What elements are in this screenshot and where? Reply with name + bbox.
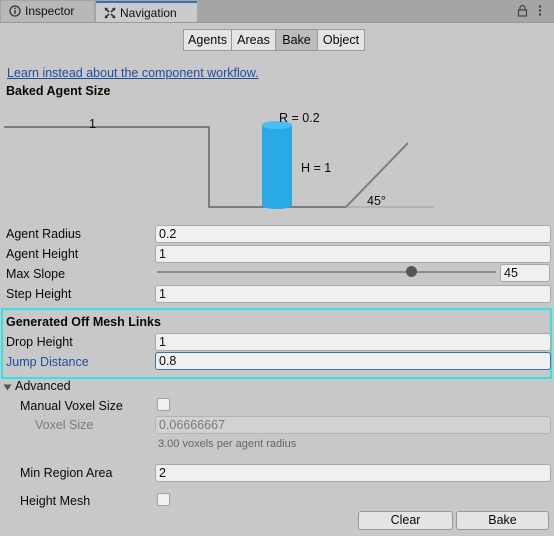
max-slope-slider-track[interactable] bbox=[157, 271, 496, 273]
info-icon bbox=[9, 3, 21, 17]
agent-radius-input[interactable]: 0.2 bbox=[155, 225, 551, 243]
jump-distance-label: Jump Distance bbox=[6, 355, 89, 369]
off-mesh-links-heading: Generated Off Mesh Links bbox=[6, 315, 161, 329]
agent-size-diagram bbox=[4, 121, 434, 209]
min-region-area-input[interactable]: 2 bbox=[155, 464, 551, 482]
navigation-icon bbox=[104, 5, 116, 19]
jump-distance-input[interactable]: 0.8 bbox=[155, 352, 551, 370]
step-height-diagram-label: 1 bbox=[89, 117, 96, 131]
advanced-foldout-label[interactable]: Advanced bbox=[15, 379, 71, 393]
bake-button[interactable]: Bake bbox=[456, 511, 549, 530]
component-workflow-link[interactable]: Learn instead about the component workfl… bbox=[7, 66, 259, 80]
height-diagram-label: H = 1 bbox=[301, 161, 332, 175]
voxel-size-label: Voxel Size bbox=[35, 418, 94, 432]
max-slope-slider-thumb[interactable] bbox=[405, 266, 417, 277]
advanced-foldout-arrow-icon[interactable] bbox=[3, 381, 12, 391]
slope-diagram-label: 45° bbox=[367, 194, 386, 208]
manual-voxel-size-label: Manual Voxel Size bbox=[20, 399, 123, 413]
radius-diagram-label: R = 0.2 bbox=[279, 111, 320, 125]
baked-agent-size-heading: Baked Agent Size bbox=[6, 84, 111, 98]
toolbar-object-button[interactable]: Object bbox=[317, 29, 365, 51]
step-height-label: Step Height bbox=[6, 287, 72, 301]
tab-navigation[interactable]: Navigation bbox=[96, 1, 197, 22]
toolbar-bake-button[interactable]: Bake bbox=[275, 29, 318, 51]
clear-button[interactable]: Clear bbox=[358, 511, 453, 530]
agent-radius-label: Agent Radius bbox=[6, 227, 82, 241]
drop-height-label: Drop Height bbox=[6, 335, 73, 349]
agent-cylinder bbox=[262, 125, 292, 209]
agent-height-label: Agent Height bbox=[6, 247, 79, 261]
manual-voxel-size-checkbox[interactable] bbox=[157, 398, 170, 411]
toolbar-agents-button[interactable]: Agents bbox=[183, 29, 232, 51]
max-slope-input[interactable]: 45 bbox=[500, 264, 550, 282]
max-slope-label: Max Slope bbox=[6, 267, 66, 281]
terrain-outline bbox=[4, 126, 409, 208]
height-mesh-checkbox[interactable] bbox=[157, 493, 170, 506]
tab-inspector[interactable]: Inspector bbox=[1, 1, 94, 22]
drop-height-input[interactable]: 1 bbox=[155, 333, 551, 351]
height-mesh-label: Height Mesh bbox=[20, 494, 91, 508]
step-height-input[interactable]: 1 bbox=[155, 285, 551, 303]
tab-inspector-label: Inspector bbox=[25, 4, 75, 18]
voxel-size-hint: 3.00 voxels per agent radius bbox=[158, 438, 297, 450]
min-region-area-label: Min Region Area bbox=[20, 466, 113, 480]
lock-icon[interactable] bbox=[517, 4, 528, 17]
more-menu-icon[interactable] bbox=[537, 4, 543, 17]
voxel-size-input: 0.06666667 bbox=[155, 416, 551, 434]
tab-navigation-label: Navigation bbox=[120, 6, 177, 20]
agent-height-input[interactable]: 1 bbox=[155, 245, 551, 263]
toolbar-areas-button[interactable]: Areas bbox=[231, 29, 276, 51]
